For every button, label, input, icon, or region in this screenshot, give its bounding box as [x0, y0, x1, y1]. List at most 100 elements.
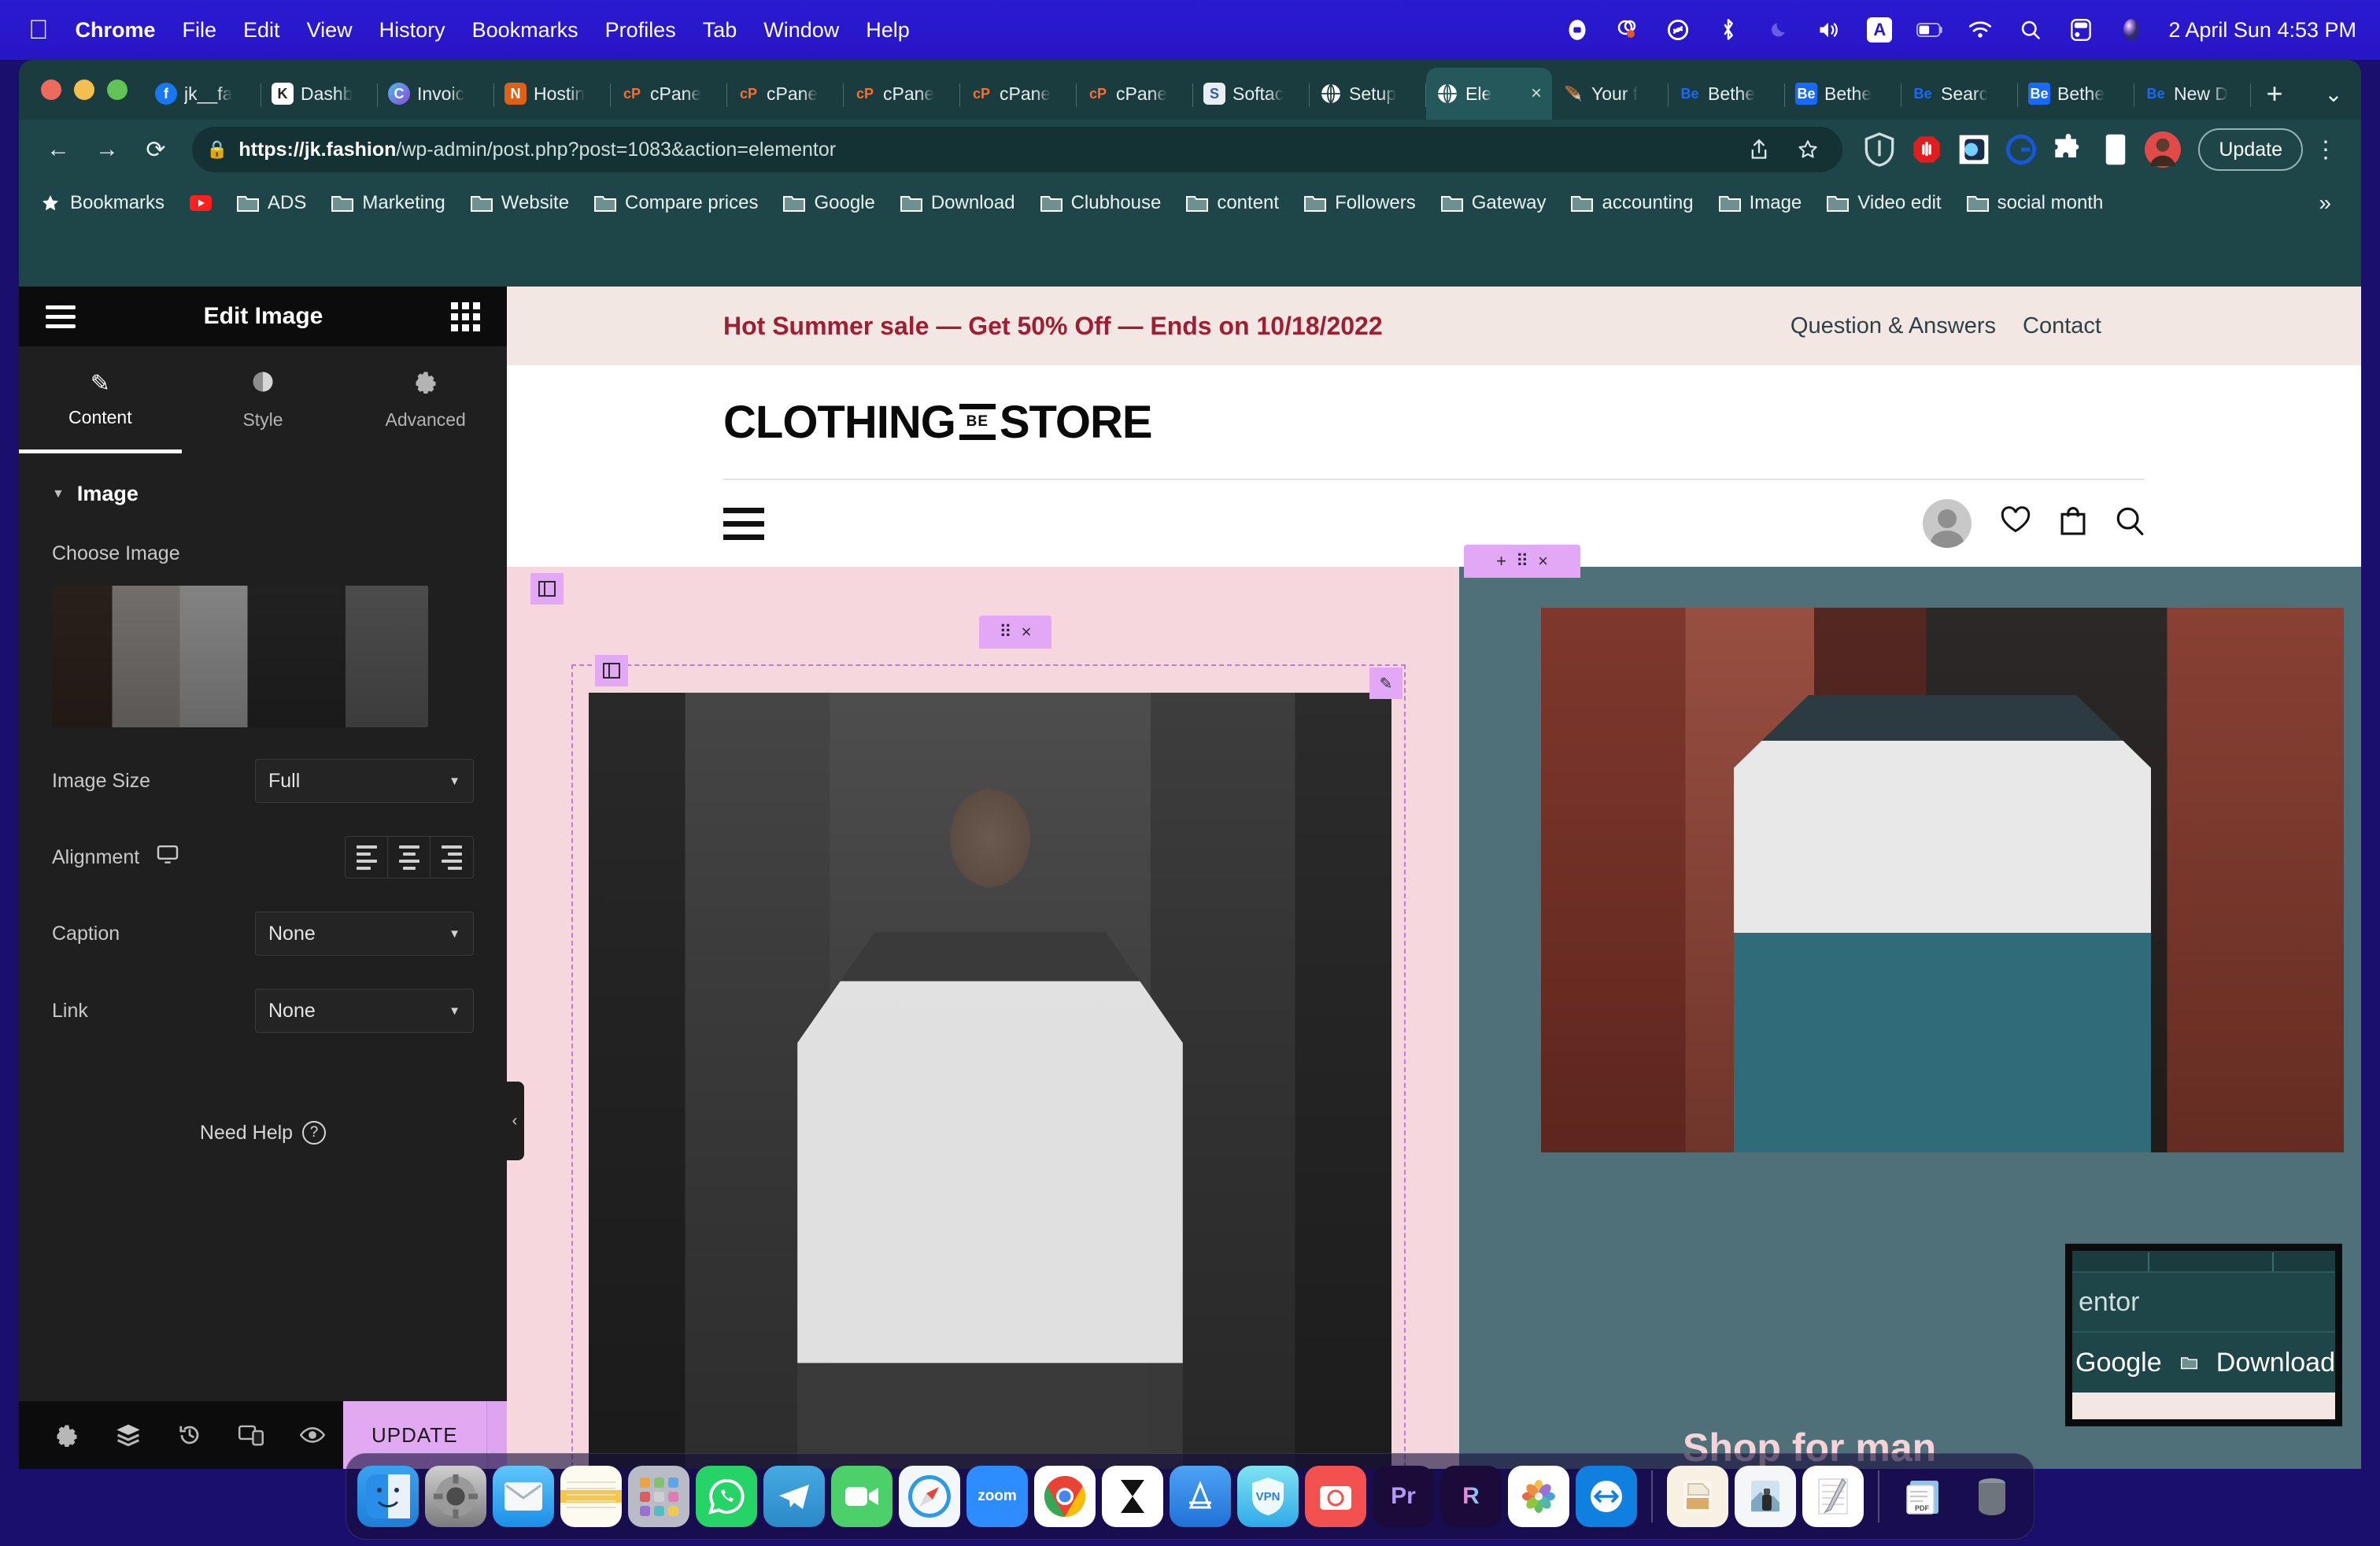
- menubar-clock[interactable]: 2 April Sun 4:53 PM: [2168, 18, 2356, 43]
- mail-icon[interactable]: [493, 1466, 554, 1527]
- tab-hosting[interactable]: N Hostin: [494, 68, 611, 120]
- minimize-window-button[interactable]: [74, 80, 94, 100]
- tab-invoice[interactable]: C Invoic: [378, 68, 494, 120]
- close-icon[interactable]: ×: [1022, 622, 1032, 642]
- bookmark-content[interactable]: content: [1173, 192, 1292, 214]
- teamviewer-icon[interactable]: [1576, 1466, 1637, 1527]
- menu-window[interactable]: Window: [763, 18, 839, 43]
- edit-widget-pencil-icon[interactable]: ✎: [1369, 668, 1402, 699]
- safari-icon[interactable]: [899, 1466, 960, 1527]
- bookmark-ads[interactable]: ADS: [224, 192, 319, 214]
- menu-history[interactable]: History: [379, 18, 445, 43]
- adblock-stop-hand-icon[interactable]: [1907, 130, 1946, 169]
- chrome-icon[interactable]: [1034, 1466, 1096, 1527]
- column-handle-icon[interactable]: [530, 573, 564, 605]
- forward-button[interactable]: →: [85, 128, 129, 172]
- need-help-link[interactable]: Need Help ?: [52, 1121, 474, 1145]
- reading-list-icon[interactable]: [2096, 130, 2135, 169]
- whatsapp-icon[interactable]: [696, 1466, 757, 1527]
- maximize-window-button[interactable]: [107, 80, 128, 100]
- bookmark-image[interactable]: Image: [1706, 192, 1815, 214]
- tab-cpanel-3[interactable]: cP cPane: [844, 68, 960, 120]
- account-avatar-icon[interactable]: [1923, 499, 1972, 548]
- settings-gear-icon[interactable]: [36, 1401, 98, 1469]
- share-icon[interactable]: [1739, 129, 1779, 170]
- bookmark-social-month[interactable]: social month: [1954, 192, 2116, 214]
- right-hero-image[interactable]: [1541, 608, 2344, 1152]
- launchpad-icon[interactable]: [628, 1466, 689, 1527]
- hamburger-menu-icon[interactable]: [46, 305, 76, 328]
- tab-your-feed[interactable]: 🪶 Your f: [1552, 68, 1669, 120]
- back-button[interactable]: ←: [36, 128, 80, 172]
- menu-help[interactable]: Help: [866, 18, 910, 43]
- spotlight-search-icon[interactable]: [2017, 17, 2044, 43]
- textedit-icon[interactable]: [1802, 1466, 1864, 1527]
- battery-icon[interactable]: [1916, 17, 1943, 43]
- menu-chrome[interactable]: Chrome: [76, 18, 156, 43]
- address-bar[interactable]: 🔒 https://jk.fashion/wp-admin/post.php?p…: [192, 127, 1843, 172]
- profile-avatar-icon[interactable]: [2143, 130, 2182, 169]
- desktop-icon[interactable]: [157, 845, 179, 870]
- selected-widget-outline[interactable]: ✎: [571, 664, 1406, 1469]
- bookmarks-overflow-button[interactable]: »: [2306, 190, 2344, 216]
- kebab-menu-icon[interactable]: ⋮: [2308, 128, 2344, 171]
- bookmark-star-icon[interactable]: [1787, 129, 1828, 170]
- zoom-icon[interactable]: zoom: [966, 1466, 1028, 1527]
- shazam-icon[interactable]: [1665, 17, 1691, 43]
- facetime-icon[interactable]: [831, 1466, 893, 1527]
- inner-column-handle-icon[interactable]: [595, 655, 628, 686]
- section-header[interactable]: ▼ Image: [52, 482, 474, 506]
- tab-softaculous[interactable]: S Softac: [1193, 68, 1310, 120]
- search-icon[interactable]: [2115, 505, 2145, 542]
- link-select[interactable]: None ▼: [255, 989, 474, 1033]
- hourglass-icon[interactable]: [1102, 1466, 1163, 1527]
- responsive-mode-icon[interactable]: [220, 1401, 282, 1469]
- tab-behance-3[interactable]: Be Bethe: [2018, 68, 2134, 120]
- tab-elementor-active[interactable]: Ele ×: [1426, 68, 1552, 120]
- menu-view[interactable]: View: [307, 18, 353, 43]
- do-not-disturb-moon-icon[interactable]: [1765, 17, 1792, 43]
- caption-select[interactable]: None ▼: [255, 912, 474, 956]
- tab-behance-search[interactable]: Be Searc: [1901, 68, 2018, 120]
- menu-profiles[interactable]: Profiles: [605, 18, 676, 43]
- bookmark-marketing[interactable]: Marketing: [319, 192, 457, 214]
- tab-behance-new[interactable]: Be New D: [2134, 68, 2251, 120]
- bookmark-compare-prices[interactable]: Compare prices: [582, 192, 771, 214]
- bookmark-website[interactable]: Website: [458, 192, 582, 214]
- tab-behance-2[interactable]: Be Bethe: [1785, 68, 1901, 120]
- grammarly-c-icon[interactable]: [2001, 130, 2041, 169]
- menu-edit[interactable]: Edit: [243, 18, 280, 43]
- notes-icon[interactable]: [560, 1466, 622, 1527]
- bookmark-clubhouse[interactable]: Clubhouse: [1028, 192, 1174, 214]
- drag-dots-icon[interactable]: ⠿: [1516, 551, 1528, 571]
- bookmark-youtube[interactable]: [177, 194, 224, 213]
- photos-icon[interactable]: [1508, 1466, 1569, 1527]
- section-toolbar[interactable]: + ⠿ ×: [1464, 545, 1580, 578]
- downloads-stack-icon[interactable]: PDF: [1894, 1466, 1955, 1527]
- tab-content[interactable]: ✎ Content: [19, 346, 182, 453]
- siri-icon[interactable]: [2118, 17, 2145, 43]
- cleanshot-icon[interactable]: [1305, 1466, 1366, 1527]
- align-center-button[interactable]: [388, 837, 431, 878]
- wifi-icon[interactable]: [1967, 17, 1994, 43]
- update-chrome-button[interactable]: Update: [2198, 128, 2303, 171]
- control-center-icon[interactable]: [2068, 17, 2094, 43]
- tab-setup[interactable]: Setup: [1310, 68, 1426, 120]
- preview-eye-icon[interactable]: [282, 1401, 343, 1469]
- history-icon[interactable]: [159, 1401, 220, 1469]
- record-icon[interactable]: [1564, 17, 1591, 43]
- image-thumbnail[interactable]: [52, 586, 428, 727]
- reload-button[interactable]: ⟳: [134, 128, 178, 172]
- close-window-button[interactable]: [41, 80, 61, 100]
- telegram-icon[interactable]: [763, 1466, 825, 1527]
- finder-icon[interactable]: [357, 1466, 419, 1527]
- bookmark-followers[interactable]: Followers: [1292, 192, 1428, 214]
- tab-dashboard[interactable]: K Dashb: [261, 68, 378, 120]
- apple-icon[interactable]: : [28, 17, 49, 43]
- hamburger-menu-icon[interactable]: [723, 507, 764, 540]
- bookmark-gateway[interactable]: Gateway: [1428, 192, 1559, 214]
- shopping-bag-icon[interactable]: [2060, 505, 2086, 542]
- tab-style[interactable]: Style: [182, 346, 345, 453]
- heart-wishlist-icon[interactable]: [2000, 505, 2031, 542]
- trash-icon[interactable]: [1961, 1466, 2023, 1527]
